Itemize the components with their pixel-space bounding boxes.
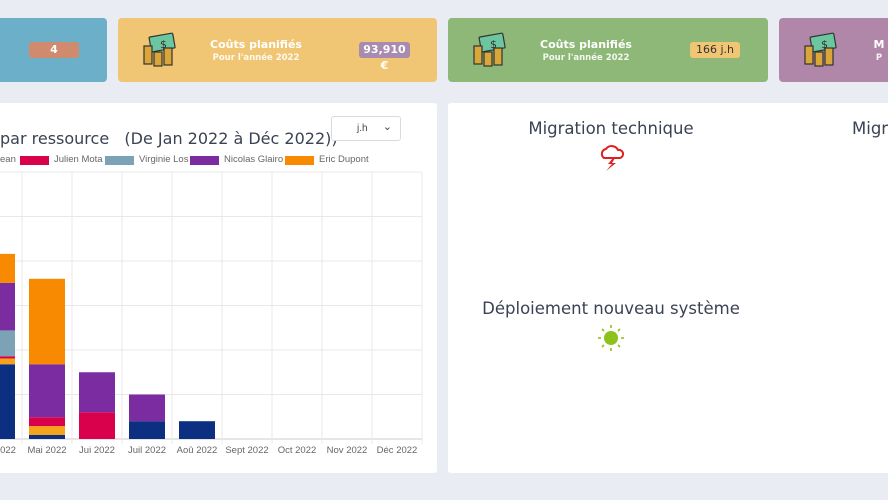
legend-label: Virginie Los	[139, 154, 189, 165]
bar-segment[interactable]	[79, 412, 115, 439]
kpi-badge: 4	[29, 42, 79, 58]
bar-segment[interactable]	[29, 417, 65, 427]
money-coins-icon: $	[143, 32, 176, 67]
legend-label: Julien Mota	[54, 154, 103, 165]
kpi-card-1: 4	[0, 18, 107, 82]
bar-segment[interactable]	[29, 364, 65, 418]
x-tick-label: Avr 2022	[0, 445, 16, 456]
bar-segment[interactable]	[129, 394, 165, 422]
legend-label: Nicolas Glairo	[224, 154, 284, 165]
bar-segment[interactable]	[129, 421, 165, 439]
kpi-title: Coûts planifiés	[540, 38, 632, 51]
bar-segment[interactable]	[29, 278, 65, 365]
bar-segment[interactable]	[79, 372, 115, 413]
bar-segment[interactable]	[179, 421, 215, 439]
legend-label: ean	[0, 154, 16, 165]
legend-label: Eric Dupont	[319, 154, 369, 165]
kpi-subtitle: Pour l'année 2022	[212, 53, 300, 63]
x-tick-label: Mai 2022	[27, 445, 67, 456]
bar-segment[interactable]	[29, 426, 65, 435]
x-tick-label: Juil 2022	[127, 445, 167, 456]
bar-segment[interactable]	[0, 358, 15, 365]
bar-segment[interactable]	[29, 434, 65, 439]
bar-segment[interactable]	[0, 364, 15, 439]
kpi-card-planned-costs: $ Coûts planifiés Pour l'année 2022 93,9…	[118, 18, 437, 82]
legend-swatch	[285, 156, 314, 165]
legend-swatch	[20, 156, 49, 165]
stacked-bar-chart	[0, 171, 423, 444]
unit-select[interactable]: j.h ⌄	[331, 116, 401, 141]
kpi-subtitle: P	[875, 53, 883, 63]
legend-swatch	[105, 156, 134, 165]
bar-segment[interactable]	[0, 356, 15, 359]
project-title: Migr	[852, 119, 888, 138]
bar-segment[interactable]	[0, 253, 15, 283]
legend-swatch	[190, 156, 219, 165]
money-coins-icon: $	[473, 32, 506, 67]
x-tick-label: Jui 2022	[79, 445, 115, 456]
unit-select-value: j.h	[357, 123, 368, 134]
storm-cloud-icon	[600, 145, 625, 171]
x-tick-label: Nov 2022	[326, 445, 368, 456]
project-title: Déploiement nouveau système	[482, 299, 740, 318]
x-tick-label: Oct 2022	[277, 445, 317, 456]
x-tick-label: Aoû 2022	[176, 445, 218, 456]
kpi-title: M	[873, 38, 885, 51]
kpi-card-4: $ M P	[779, 18, 888, 82]
project-title: Migration technique	[528, 119, 694, 138]
x-tick-label: Sept 2022	[225, 445, 269, 456]
kpi-subtitle: Pour l'année 2022	[542, 53, 630, 63]
bar-segment[interactable]	[0, 330, 15, 357]
chevron-down-icon: ⌄	[382, 121, 392, 133]
kpi-badge: 93,910 €	[359, 42, 410, 72]
kpi-card-planned-effort: $ Coûts planifiés Pour l'année 2022 166 …	[448, 18, 768, 82]
kpi-badge: 166 j.h	[690, 42, 740, 58]
weather-panel	[448, 103, 888, 473]
chart-title: par ressource (De Jan 2022 à Déc 2022))	[0, 129, 338, 148]
kpi-title: Coûts planifiés	[210, 38, 302, 51]
bar-segment[interactable]	[0, 282, 15, 331]
x-tick-label: Déc 2022	[376, 445, 418, 456]
sun-icon	[598, 325, 624, 351]
